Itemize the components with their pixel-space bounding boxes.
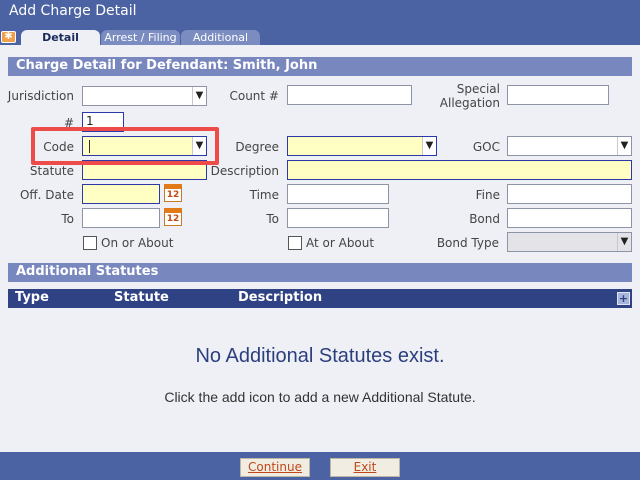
window-title: Add Charge Detail xyxy=(0,0,640,29)
off-date-label: Off. Date xyxy=(19,188,74,202)
tab-arrest-filing[interactable]: Arrest / Filing xyxy=(101,30,180,45)
at-or-about-label: At or About xyxy=(306,236,375,250)
number-value: 1 xyxy=(86,114,94,128)
column-statute[interactable]: Statute xyxy=(114,290,169,305)
to-time-input[interactable] xyxy=(287,208,389,228)
code-highlight-box xyxy=(31,127,219,165)
calendar-icon[interactable]: 12 xyxy=(164,208,182,226)
description-input[interactable] xyxy=(287,160,632,180)
count-input[interactable] xyxy=(287,85,412,105)
charge-detail-header: Charge Detail for Defendant: Smith, John xyxy=(8,57,632,76)
special-allegation-label: Special Allegation xyxy=(439,82,500,110)
chevron-down-icon: ▼ xyxy=(192,87,206,105)
goc-select[interactable]: ▼ xyxy=(507,136,632,156)
to-time-label: To xyxy=(266,212,279,226)
tab-detail[interactable]: Detail xyxy=(21,30,100,45)
time-input[interactable] xyxy=(287,184,389,204)
fine-input[interactable] xyxy=(507,184,632,204)
calendar-icon[interactable]: 12 xyxy=(164,184,182,202)
jurisdiction-label: Jurisdiction xyxy=(7,89,74,103)
on-or-about-checkbox[interactable] xyxy=(83,236,97,250)
on-or-about-label: On or About xyxy=(101,236,174,250)
degree-label: Degree xyxy=(235,140,279,154)
footer-bar: Continue Exit xyxy=(0,452,640,480)
degree-select[interactable]: ▼ xyxy=(287,136,437,156)
empty-state-title: No Additional Statutes exist. xyxy=(195,345,445,367)
description-label: Description xyxy=(210,164,279,178)
bond-label: Bond xyxy=(469,212,500,226)
column-type[interactable]: Type xyxy=(15,290,49,305)
app-menu-icon[interactable]: ✱ xyxy=(1,31,16,43)
time-label: Time xyxy=(249,188,279,202)
to-date-label: To xyxy=(61,212,74,226)
special-allegation-input[interactable] xyxy=(507,85,609,105)
to-date-input[interactable] xyxy=(82,208,160,228)
at-or-about-checkbox[interactable] xyxy=(288,236,302,250)
bond-input[interactable] xyxy=(507,208,632,228)
chevron-down-icon: ▼ xyxy=(617,233,631,251)
statutes-table-header: Type Statute Description + xyxy=(8,289,632,308)
jurisdiction-select[interactable]: ▼ xyxy=(82,86,207,106)
column-description[interactable]: Description xyxy=(238,290,322,305)
tab-additional[interactable]: Additional xyxy=(181,30,260,45)
continue-button[interactable]: Continue xyxy=(240,458,310,477)
tab-bar: ✱ Detail Arrest / Filing Additional xyxy=(0,29,640,45)
goc-label: GOC xyxy=(472,140,500,154)
fine-label: Fine xyxy=(475,188,500,202)
add-icon[interactable]: + xyxy=(617,292,630,305)
additional-statutes-header: Additional Statutes xyxy=(8,263,632,282)
bond-type-label: Bond Type xyxy=(436,236,499,250)
off-date-input[interactable] xyxy=(82,184,160,204)
statute-label: Statute xyxy=(29,164,74,178)
empty-state-message: Click the add icon to add a new Addition… xyxy=(164,389,476,405)
text-cursor-icon xyxy=(89,140,92,153)
exit-button[interactable]: Exit xyxy=(330,458,400,477)
chevron-down-icon: ▼ xyxy=(617,137,631,155)
count-label: Count # xyxy=(229,89,279,103)
bond-type-select[interactable]: ▼ xyxy=(507,232,632,252)
